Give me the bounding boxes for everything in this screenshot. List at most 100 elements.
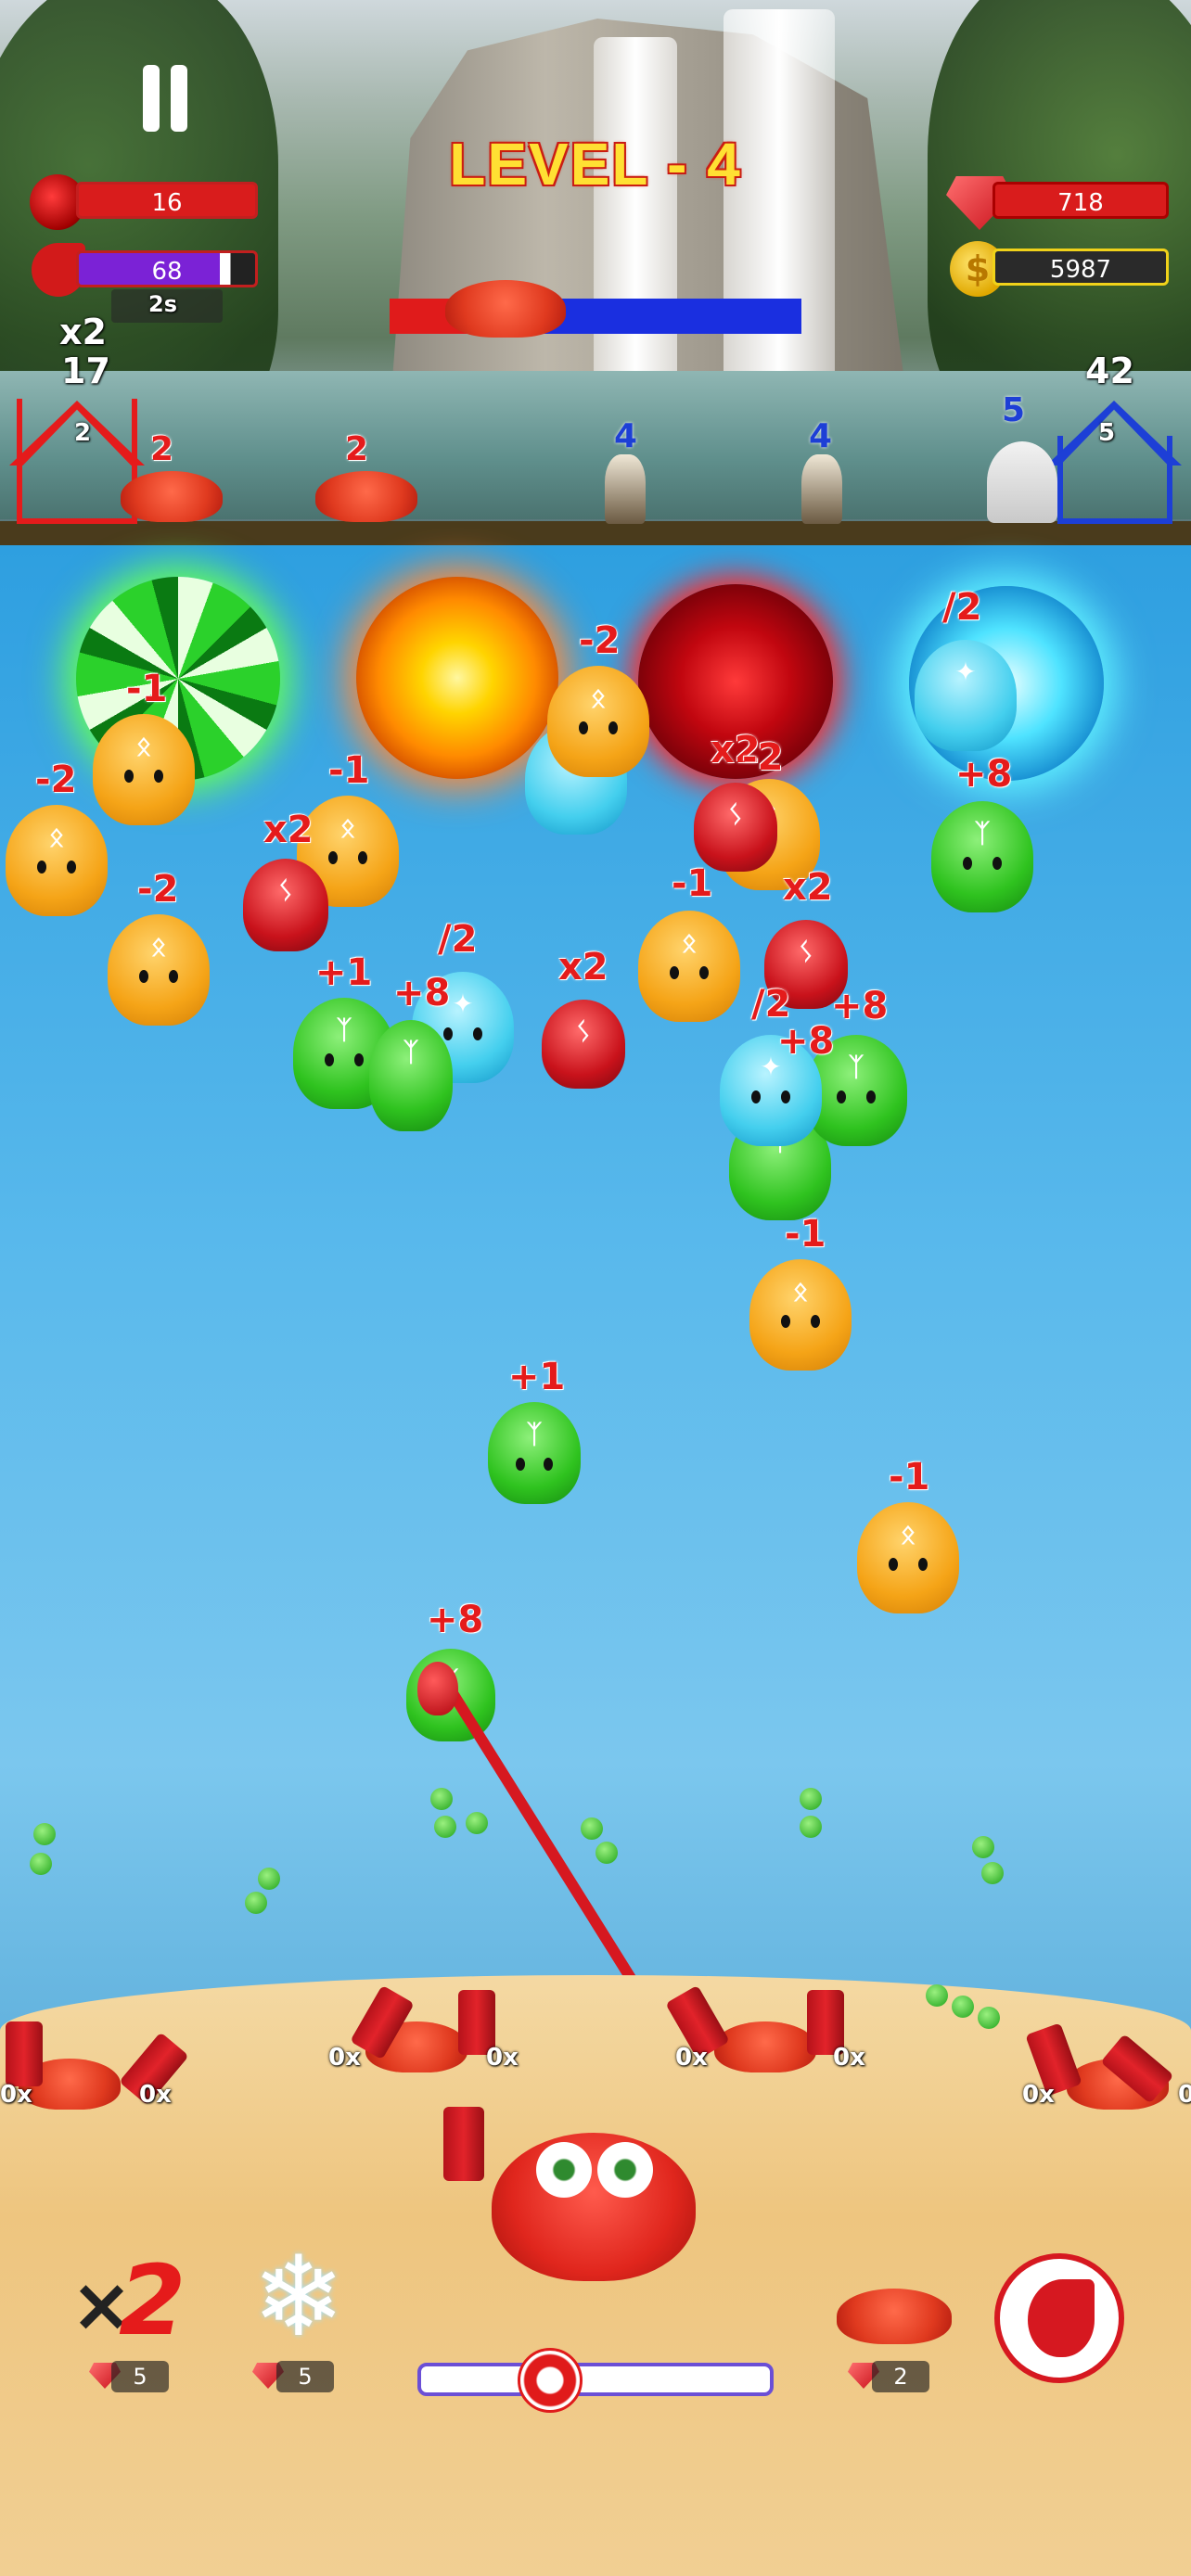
coins-bar: 5987 <box>992 249 1169 286</box>
skeleton-knight-unit <box>987 441 1057 523</box>
turret-multiplier: 0x <box>486 2044 519 2072</box>
red-ghost[interactable]: ᛊ <box>542 1000 625 1089</box>
skeleton-warrior-unit <box>801 454 842 524</box>
green-ghost[interactable]: ᛉ <box>488 1402 581 1504</box>
freeze-cost: 5 <box>298 2364 313 2390</box>
ghost-effect-label: +8 <box>831 985 889 1027</box>
aim-target-ball <box>417 1662 458 1715</box>
ghost-effect-label: +8 <box>427 1599 484 1641</box>
ghost-effect-label: -2 <box>137 868 179 911</box>
orange-ghost[interactable]: ᛟ <box>638 911 740 1022</box>
ghost-effect-label: -1 <box>672 862 713 905</box>
power-slider-knob[interactable] <box>518 2348 583 2413</box>
claw-value: 68 <box>151 258 183 286</box>
gems-bar: 718 <box>992 182 1169 219</box>
waterfall-left <box>594 37 677 427</box>
turret-multiplier: 0x <box>0 2081 32 2109</box>
ghost-effect-label: +8 <box>393 972 451 1014</box>
lane-ground <box>0 521 1191 545</box>
ghost-effect-label: x2 <box>263 809 314 851</box>
ammo-ball <box>800 1816 822 1838</box>
turret-crab[interactable] <box>714 2021 816 2072</box>
pause-icon-bar <box>171 65 187 132</box>
orange-ghost[interactable]: ᛟ <box>857 1502 959 1613</box>
ammo-ball <box>245 1892 267 1914</box>
crab-cost: 2 <box>893 2364 908 2390</box>
double-powerup-button[interactable]: × 2 <box>70 2244 197 2357</box>
cost-badge: 5 <box>111 2361 169 2392</box>
ammo-ball <box>30 1853 52 1875</box>
cost-badge: 5 <box>276 2361 334 2392</box>
claw-attack-icon <box>1028 2279 1095 2357</box>
right-score: 42 <box>1085 351 1134 391</box>
orange-ghost[interactable]: ᛟ <box>749 1259 852 1371</box>
red-ghost[interactable]: ᛊ <box>243 859 328 951</box>
ghost-effect-label: -1 <box>785 1213 826 1256</box>
ghost-effect-label: /2 <box>438 918 478 961</box>
pause-icon <box>143 65 160 132</box>
player-crab-eye <box>597 2142 653 2198</box>
orange-ghost[interactable]: ᛟ <box>93 714 195 825</box>
cost-badge: 2 <box>872 2361 929 2392</box>
ammo-ball <box>972 1836 994 1858</box>
blue-house-count: 5 <box>1098 419 1116 447</box>
cooldown-timer: 2s <box>148 291 177 317</box>
ghost-effect-label: -1 <box>889 1456 930 1498</box>
red-house-count: 2 <box>74 419 92 447</box>
ammo-ball <box>258 1868 280 1890</box>
snowflake-icon[interactable]: ❄ <box>243 2242 354 2353</box>
green-ghost[interactable]: ᛉ <box>369 1020 453 1131</box>
ghost-effect-label: -2 <box>579 619 621 662</box>
turret-multiplier: 0x <box>833 2044 865 2072</box>
claw-attack-button[interactable] <box>994 2253 1124 2383</box>
ammo-ball <box>800 1788 822 1810</box>
ammo-ball <box>581 1817 603 1840</box>
ammo-ball <box>430 1788 453 1810</box>
ammo-ball <box>978 2007 1000 2029</box>
ghost-effect-label: /2 <box>942 586 982 629</box>
ghost-effect-label: x2 <box>783 866 833 909</box>
crab-summon-icon <box>837 2289 952 2344</box>
blue-ghost[interactable]: ✦ <box>915 640 1017 751</box>
ammo-ball <box>434 1816 456 1838</box>
ammo-ball <box>981 1862 1004 1884</box>
turret-cannon <box>6 2021 43 2086</box>
ghost-effect-label: +1 <box>508 1356 566 1398</box>
turret-multiplier: 0x <box>139 2081 172 2109</box>
pause-button[interactable] <box>139 63 195 137</box>
turret-multiplier: 0x <box>675 2044 708 2072</box>
power-slider-track[interactable] <box>417 2363 774 2396</box>
left-score: 17 <box>61 351 110 391</box>
ghost-effect-label: +8 <box>777 1020 835 1063</box>
ghost-effect-label: +1 <box>315 951 373 994</box>
ammo-ball <box>926 1984 948 2007</box>
red-crab-unit <box>121 471 223 522</box>
turret-multiplier: 0x <box>1022 2081 1055 2109</box>
red-ghost[interactable]: ᛊ <box>694 783 777 872</box>
ammo-ball <box>952 1996 974 2018</box>
double-label: 2 <box>119 2244 186 2357</box>
ghost-effect-label: -2 <box>35 759 77 801</box>
score-multiplier: x2 <box>59 312 107 352</box>
green-ghost[interactable]: ᛉ <box>931 801 1033 912</box>
crab-progress-marker <box>445 280 566 338</box>
enemy-count: 4 <box>809 417 833 455</box>
ghost-effect-label: -1 <box>126 668 168 710</box>
turret-multiplier: 0x <box>328 2044 361 2072</box>
red-crab-count: 2 <box>345 430 369 468</box>
enemy-count: 5 <box>1002 391 1026 429</box>
player-crab[interactable] <box>492 2133 696 2281</box>
orange-ghost[interactable]: ᛟ <box>108 914 210 1026</box>
ghost-effect-label: x2 <box>558 946 608 988</box>
ghost-effect-label: -2 <box>742 736 784 779</box>
turret-multiplier: 0x <box>1178 2081 1191 2109</box>
summon-crab-button[interactable] <box>820 2268 968 2352</box>
orange-ghost[interactable]: ᛟ <box>6 805 108 916</box>
orange-ghost[interactable]: ᛟ <box>547 666 649 777</box>
red-house-base <box>17 399 137 524</box>
red-crab-count: 2 <box>150 430 174 468</box>
player-crab-eye <box>536 2142 592 2198</box>
gems-value: 718 <box>1057 189 1104 217</box>
player-cannon <box>443 2107 484 2181</box>
skeleton-warrior-unit <box>605 454 646 524</box>
